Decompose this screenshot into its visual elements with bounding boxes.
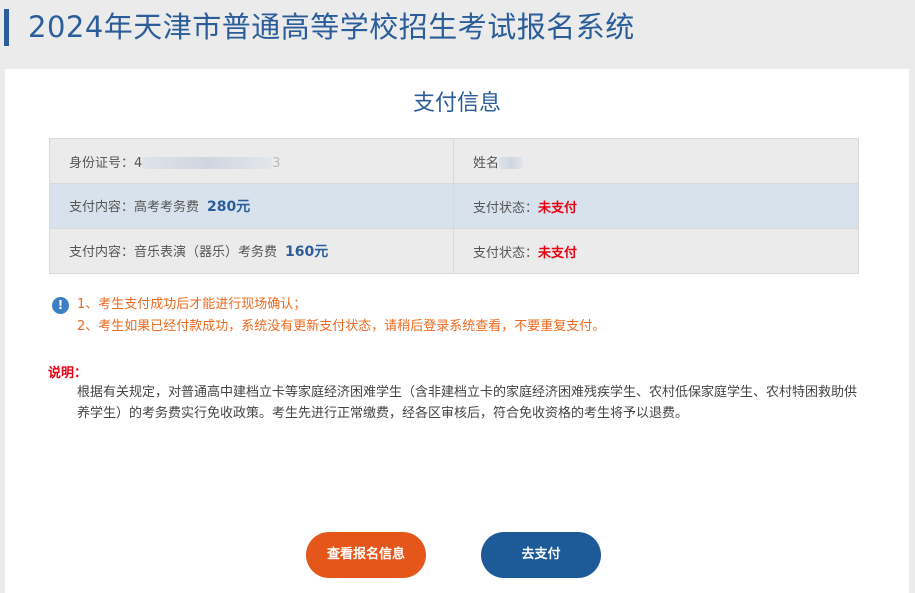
status-label: 支付状态： [473, 200, 539, 216]
fee-amount: 280元 [207, 199, 251, 215]
fee-amount: 160元 [285, 244, 329, 260]
content-label: 支付内容： [69, 200, 135, 215]
table-row: 支付内容：高考考务费 280元 支付状态：未支付 [49, 183, 859, 229]
payment-panel: 支付信息 身份证号：4 3 姓名 支付内容：高考考务费 280元 支付状态：未支付 … [5, 69, 909, 593]
content-label: 支付内容： [69, 245, 135, 260]
info-icon: ! [52, 297, 69, 314]
id-number-label: 身份证号： [69, 155, 135, 171]
view-registration-button[interactable]: 查看报名信息 [306, 532, 426, 578]
system-title: 2024年天津市普通高等学校招生考试报名系统 [28, 10, 635, 44]
payment-status-cell: 支付状态：未支付 [453, 183, 859, 229]
name-label: 姓名 [473, 155, 500, 171]
notice-line-1: 1、考生支付成功后才能进行现场确认； [77, 297, 307, 312]
content-item: 音乐表演（器乐）考务费 [134, 245, 278, 260]
id-number-redacted [142, 157, 273, 169]
payment-notice: ! 1、考生支付成功后才能进行现场确认； 2、考生如果已经付款成功，系统没有更新… [52, 294, 605, 338]
payment-info-table: 身份证号：4 3 姓名 支付内容：高考考务费 280元 支付状态：未支付 支付内容：… [49, 138, 859, 274]
notice-line-2: 2、考生如果已经付款成功，系统没有更新支付状态，请稍后登录系统查看，不要重复支付… [77, 319, 606, 334]
description-text: 根据有关规定，对普通高中建档立卡等家庭经济困难学生（含非建档立卡的家庭经济困难残… [77, 385, 858, 421]
payment-status-cell: 支付状态：未支付 [453, 228, 859, 274]
page-header: 2024年天津市普通高等学校招生考试报名系统 [0, 0, 915, 52]
description-label: 说明： [48, 366, 88, 381]
header-accent-bar [4, 9, 9, 46]
payment-content-cell: 支付内容：音乐表演（器乐）考务费 160元 [49, 228, 454, 274]
content-item: 高考考务费 [134, 200, 200, 215]
name-cell: 姓名 [453, 138, 859, 184]
id-number-end: 3 [272, 155, 281, 171]
table-row: 支付内容：音乐表演（器乐）考务费 160元 支付状态：未支付 [49, 228, 859, 274]
table-row: 身份证号：4 3 姓名 [49, 138, 859, 184]
status-value: 未支付 [538, 200, 578, 216]
pay-button[interactable]: 去支付 [481, 532, 601, 578]
status-label: 支付状态： [473, 245, 539, 261]
name-redacted [499, 157, 524, 169]
id-number-start: 4 [134, 155, 143, 171]
status-value: 未支付 [538, 245, 578, 261]
payment-content-cell: 支付内容：高考考务费 280元 [49, 183, 454, 229]
payment-title: 支付信息 [412, 91, 501, 116]
id-number-cell: 身份证号：4 3 [49, 138, 454, 184]
